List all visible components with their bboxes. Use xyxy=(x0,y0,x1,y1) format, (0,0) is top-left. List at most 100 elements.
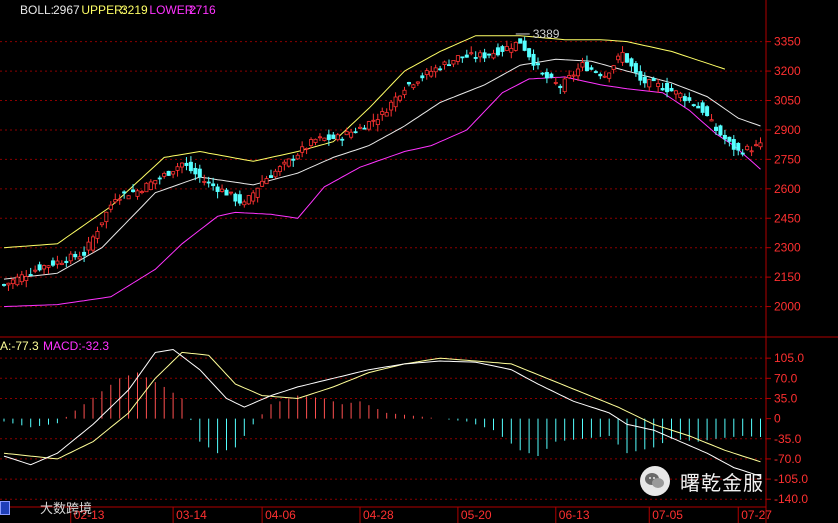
candle xyxy=(540,72,545,75)
candle xyxy=(202,181,207,183)
candle xyxy=(264,178,269,185)
candle xyxy=(451,60,456,65)
candle xyxy=(415,81,420,84)
y-tick-label: 2450 xyxy=(774,211,801,225)
legend-lower-value: 2716 xyxy=(189,3,216,17)
candle xyxy=(131,189,136,193)
candle xyxy=(122,191,127,194)
candle xyxy=(268,175,273,179)
candle xyxy=(357,126,362,129)
candle xyxy=(371,119,376,122)
candle xyxy=(651,78,656,82)
candle xyxy=(455,55,460,62)
macd-legend: MACD:-32.3 xyxy=(43,339,109,353)
candle xyxy=(714,126,719,131)
candle xyxy=(153,180,158,185)
candle xyxy=(300,146,305,153)
candle xyxy=(660,88,665,91)
y-tick-label: 3050 xyxy=(774,94,801,108)
candle xyxy=(406,82,411,85)
candle xyxy=(317,136,322,139)
legend-boll-label: BOLL: xyxy=(20,3,54,17)
candle xyxy=(135,190,140,197)
candle xyxy=(464,54,469,58)
y-tick-label: 3350 xyxy=(774,35,801,49)
candle xyxy=(64,260,69,264)
macd-dea-line xyxy=(3,351,761,463)
candle xyxy=(193,167,198,175)
candle xyxy=(33,269,38,272)
x-tick-label: 03-14 xyxy=(176,508,207,522)
candle xyxy=(309,139,314,146)
candle xyxy=(629,58,634,67)
candle xyxy=(19,274,24,283)
candle xyxy=(188,161,193,172)
candle xyxy=(353,131,358,134)
candle xyxy=(304,147,309,150)
candle xyxy=(482,52,487,59)
candle xyxy=(598,73,603,77)
candle xyxy=(286,158,291,167)
candle xyxy=(638,71,643,81)
candle xyxy=(246,195,251,205)
candle xyxy=(242,201,247,206)
candle xyxy=(656,82,661,87)
candle xyxy=(273,170,278,178)
macd-y-tick-label: -105.0 xyxy=(774,472,808,486)
candle xyxy=(700,102,705,113)
macd-y-tick-label: 70.0 xyxy=(774,371,798,385)
macd-y-tick-label: 105.0 xyxy=(774,351,804,365)
candle xyxy=(495,47,500,56)
wechat-icon xyxy=(640,466,670,496)
candle xyxy=(126,195,131,200)
candle xyxy=(228,191,233,194)
y-tick-label: 2300 xyxy=(774,241,801,255)
y-tick-label: 2000 xyxy=(774,300,801,314)
candle xyxy=(544,72,549,79)
candle xyxy=(687,97,692,101)
candle xyxy=(95,231,100,239)
candle xyxy=(82,251,87,256)
candle xyxy=(749,150,754,153)
candle xyxy=(731,139,736,150)
candle xyxy=(460,56,465,59)
candle xyxy=(251,192,256,202)
candle xyxy=(86,241,91,251)
candle xyxy=(491,52,496,59)
candle xyxy=(504,46,509,51)
candle xyxy=(576,68,581,77)
boll-mid-line xyxy=(3,58,761,280)
candle xyxy=(558,85,563,89)
candle xyxy=(46,265,51,268)
candle xyxy=(727,136,732,142)
candle xyxy=(277,166,282,173)
candle xyxy=(518,38,523,44)
candle xyxy=(331,134,336,139)
app-icon xyxy=(0,500,10,515)
candle xyxy=(758,142,763,148)
y-tick-label: 2150 xyxy=(774,270,801,284)
candle xyxy=(402,89,407,96)
candle xyxy=(513,41,518,51)
candle xyxy=(139,191,144,193)
macd-y-tick-label: 35.0 xyxy=(774,391,798,405)
candle xyxy=(375,119,380,126)
candle xyxy=(282,161,287,165)
candle xyxy=(362,127,367,130)
macd-y-tick-label: 0 xyxy=(774,412,781,426)
macd-y-tick-label: -35.0 xyxy=(774,432,802,446)
watermark: 曙乾金服 xyxy=(640,466,764,496)
candle xyxy=(349,131,354,138)
y-tick-label: 2750 xyxy=(774,152,801,166)
candle xyxy=(673,90,678,95)
candle xyxy=(740,152,745,155)
candle xyxy=(291,158,296,161)
candle xyxy=(442,61,447,65)
candle xyxy=(580,62,585,68)
candle xyxy=(326,134,331,140)
candle xyxy=(197,168,202,178)
macd-dif-line xyxy=(3,348,761,477)
candle xyxy=(527,48,532,58)
candle xyxy=(55,260,60,265)
macd-dea-legend: A:-77.3 xyxy=(0,339,39,353)
